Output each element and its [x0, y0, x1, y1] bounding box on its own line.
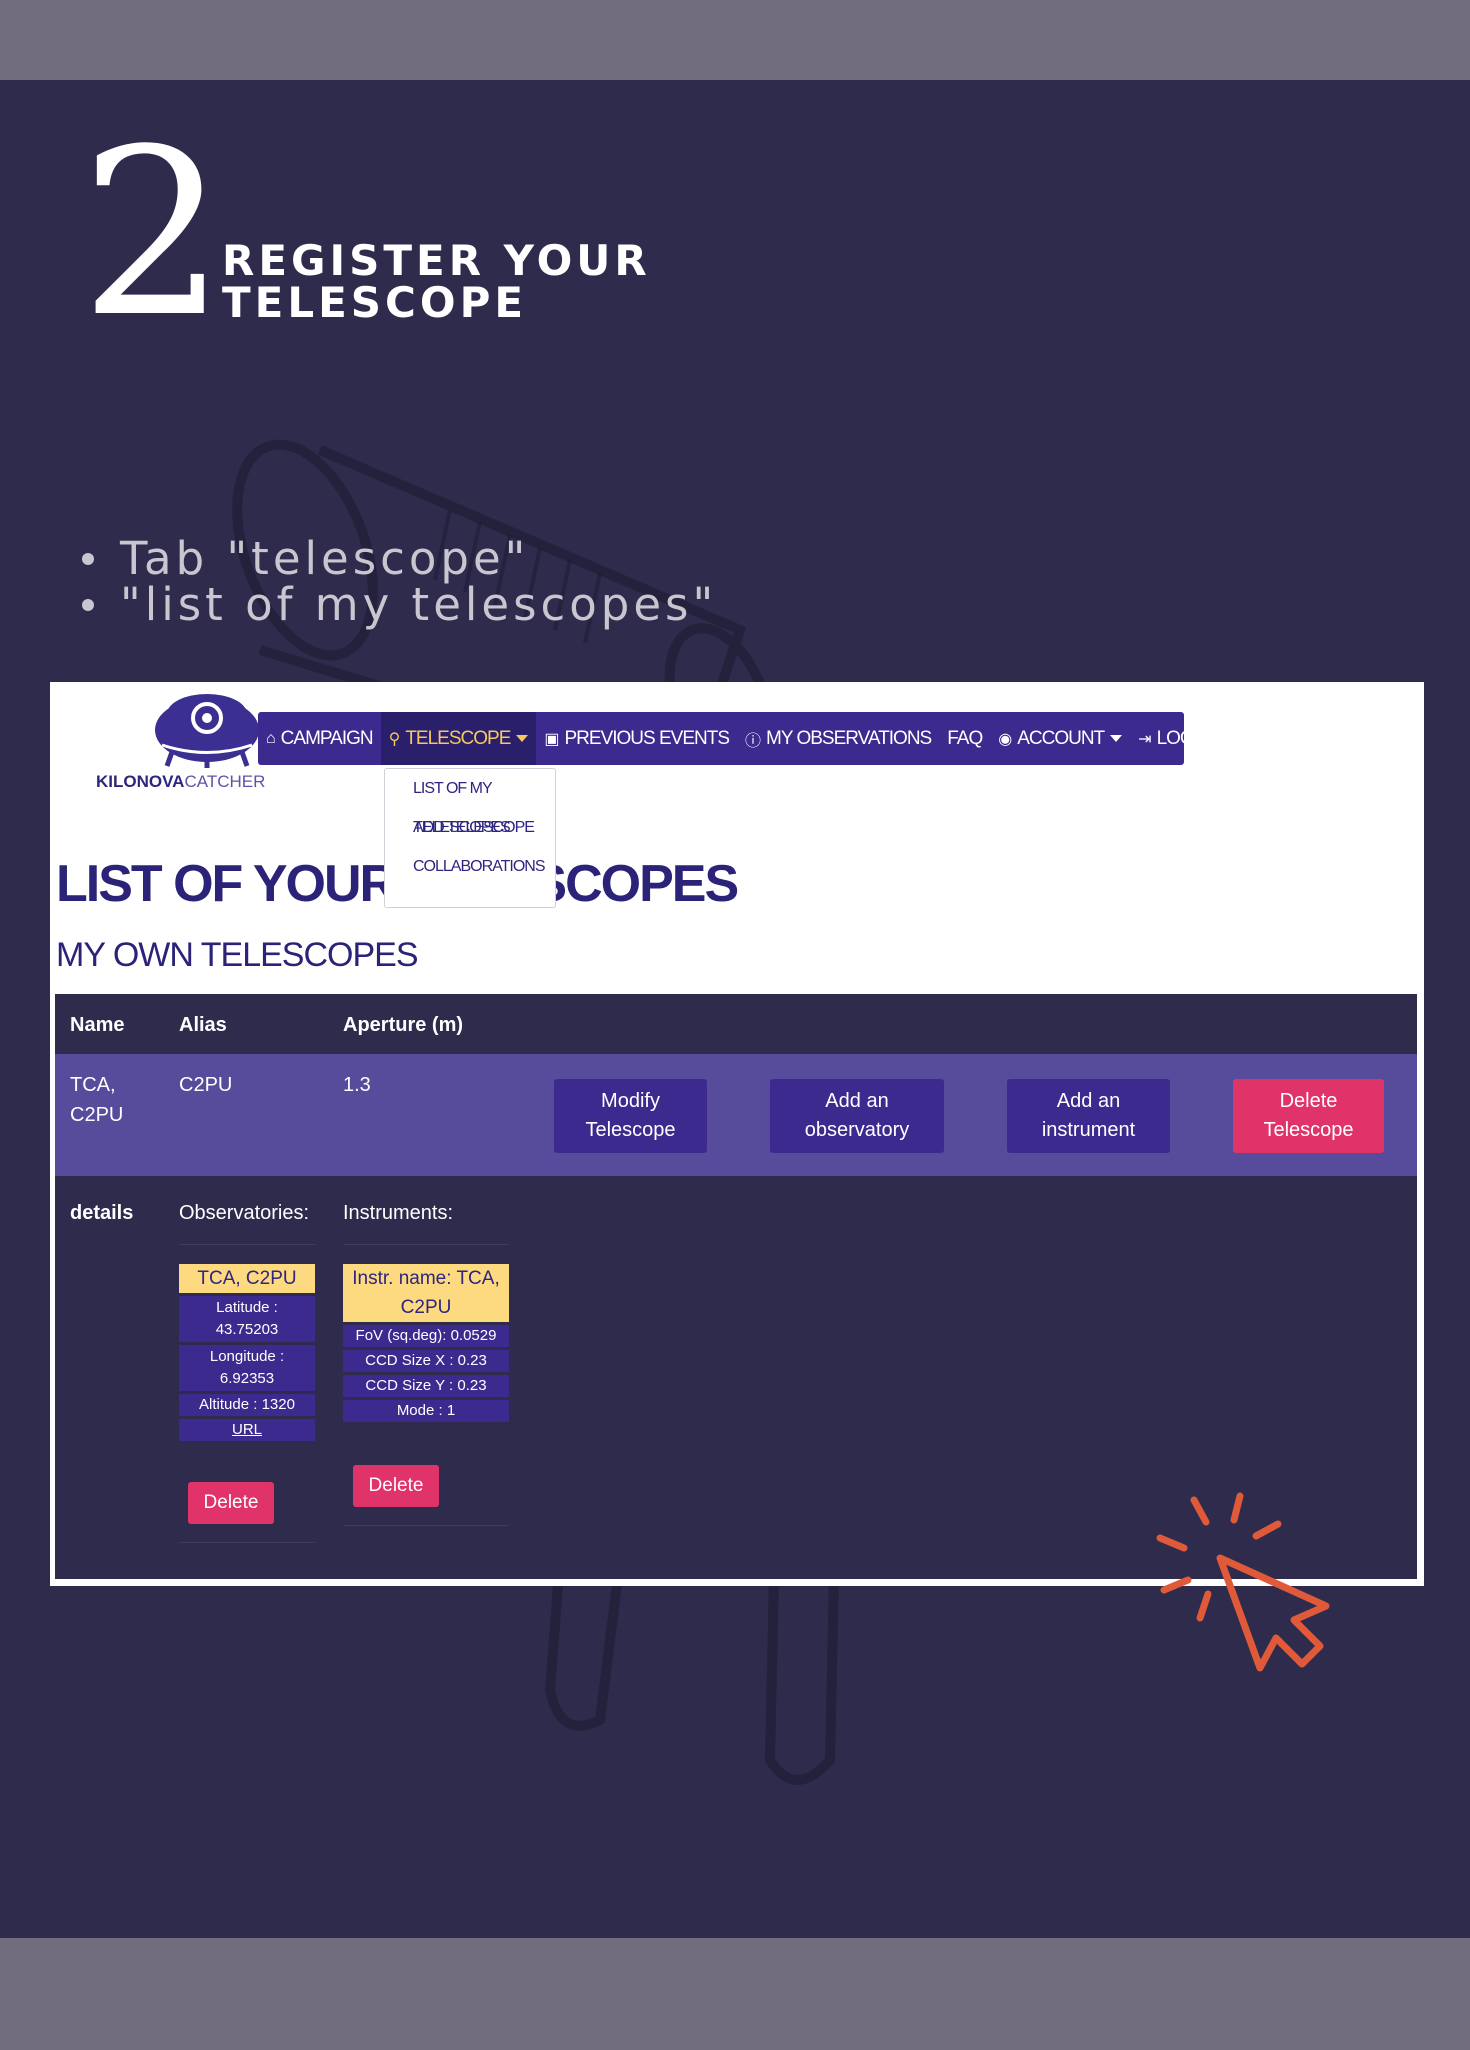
nav-account[interactable]: ◉ ACCOUNT	[990, 712, 1130, 765]
home-icon: ⌂	[266, 729, 276, 747]
menu-item-collaborations[interactable]: COLLABORATIONS	[385, 847, 555, 886]
step-title-line-1: REGISTER YOUR	[222, 236, 651, 285]
instruments-label: Instruments:	[343, 1202, 454, 1224]
instruction-list: Tab "telescope" "list of my telescopes"	[82, 536, 717, 628]
modify-telescope-button[interactable]: Modify Telescope	[554, 1079, 707, 1153]
bullet-icon	[82, 553, 94, 565]
calendar-icon: ▣	[544, 730, 559, 748]
user-icon: ◉	[998, 730, 1012, 748]
logo[interactable]: KILONOVACATCHER	[96, 690, 265, 800]
chevron-down-icon	[516, 735, 529, 742]
add-instrument-button[interactable]: Add an instrument	[1007, 1079, 1170, 1153]
telescope-name: TCA, C2PU	[70, 1074, 124, 1126]
observatory-name: TCA, C2PU	[179, 1264, 315, 1293]
logo-text-bold: KILONOVA	[96, 772, 185, 791]
app-screenshot: KILONOVACATCHER ⌂ CAMPAIGN ⚲ TELESCOPE ▣ PR…	[50, 682, 1424, 1586]
step-number: 2	[80, 101, 227, 368]
logout-icon: ⇥	[1138, 730, 1151, 748]
nav-logout[interactable]: ⇥ LOGOUT	[1130, 712, 1239, 765]
observatory-url-link[interactable]: URL	[179, 1419, 315, 1441]
bottom-band	[0, 1938, 1470, 2050]
instrument-fov: FoV (sq.deg): 0.0529	[343, 1325, 509, 1347]
menu-item-list-my-telescopes[interactable]: LIST OF MY TELESCOPES	[385, 769, 555, 836]
divider	[343, 1525, 509, 1526]
logo-text-light: CATCHER	[184, 772, 266, 791]
delete-telescope-button[interactable]: Delete Telescope	[1233, 1079, 1384, 1153]
chevron-down-icon	[1110, 735, 1123, 742]
info-icon: ⓘ	[745, 732, 761, 750]
step-title: REGISTER YOUR TELESCOPE	[222, 240, 651, 324]
observatory-altitude: Altitude : 1320	[179, 1394, 315, 1416]
table-row: TCA, C2PU C2PU 1.3 Modify Telescope Add …	[55, 1054, 1417, 1176]
observatory-longitude: Longitude : 6.92353	[179, 1345, 315, 1391]
logo-icon	[155, 694, 259, 768]
instrument-name: Instr. name: TCA, C2PU	[343, 1264, 509, 1322]
instrument-card: Instr. name: TCA, C2PU FoV (sq.deg): 0.0…	[343, 1264, 509, 1422]
main-navbar: ⌂ CAMPAIGN ⚲ TELESCOPE ▣ PREVIOUS EVENTS ⓘ M…	[258, 712, 1232, 765]
nav-campaign[interactable]: ⌂ CAMPAIGN	[258, 712, 381, 765]
divider	[179, 1244, 315, 1245]
delete-observatory-button[interactable]: Delete	[188, 1482, 274, 1524]
observatory-card: TCA, C2PU Latitude : 43.75203 Longitude …	[179, 1264, 315, 1441]
details-label: details	[70, 1202, 134, 1224]
divider	[343, 1244, 509, 1245]
column-header-aperture: Aperture (m)	[343, 1014, 464, 1036]
add-observatory-button[interactable]: Add an observatory	[770, 1079, 944, 1153]
section-title: MY OWN TELESCOPES	[56, 936, 418, 974]
divider	[179, 1542, 315, 1543]
column-header-alias: Alias	[179, 1014, 227, 1036]
cursor-click-icon	[1156, 1492, 1330, 1672]
instrument-ccd-y: CCD Size Y : 0.23	[343, 1375, 509, 1397]
nav-previous-events[interactable]: ▣ PREVIOUS EVENTS	[536, 712, 737, 765]
instrument-mode: Mode : 1	[343, 1400, 509, 1422]
menu-item-add-telescope[interactable]: ADD TELESCOPE	[385, 808, 555, 847]
telescope-aperture: 1.3	[343, 1074, 371, 1096]
telescope-icon: ⚲	[388, 730, 401, 748]
bullet-icon	[82, 599, 94, 611]
top-band	[0, 0, 1470, 80]
instruction-item: Tab "telescope"	[82, 536, 717, 582]
telescope-dropdown-menu: LIST OF MY TELESCOPES ADD TELESCOPE COLL…	[384, 768, 556, 908]
step-title-line-2: TELESCOPE	[222, 278, 528, 327]
table-header: Name Alias Aperture (m)	[55, 994, 1417, 1054]
observatory-latitude: Latitude : 43.75203	[179, 1296, 315, 1342]
column-header-name: Name	[70, 1014, 125, 1036]
telescope-alias: C2PU	[179, 1074, 233, 1096]
delete-instrument-button[interactable]: Delete	[353, 1465, 439, 1507]
nav-telescope[interactable]: ⚲ TELESCOPE	[380, 712, 537, 765]
instruction-item: "list of my telescopes"	[82, 582, 717, 628]
nav-my-observations[interactable]: ⓘ MY OBSERVATIONS	[737, 712, 939, 765]
observatories-label: Observatories:	[179, 1202, 310, 1224]
instrument-ccd-x: CCD Size X : 0.23	[343, 1350, 509, 1372]
nav-faq[interactable]: FAQ	[939, 712, 990, 765]
